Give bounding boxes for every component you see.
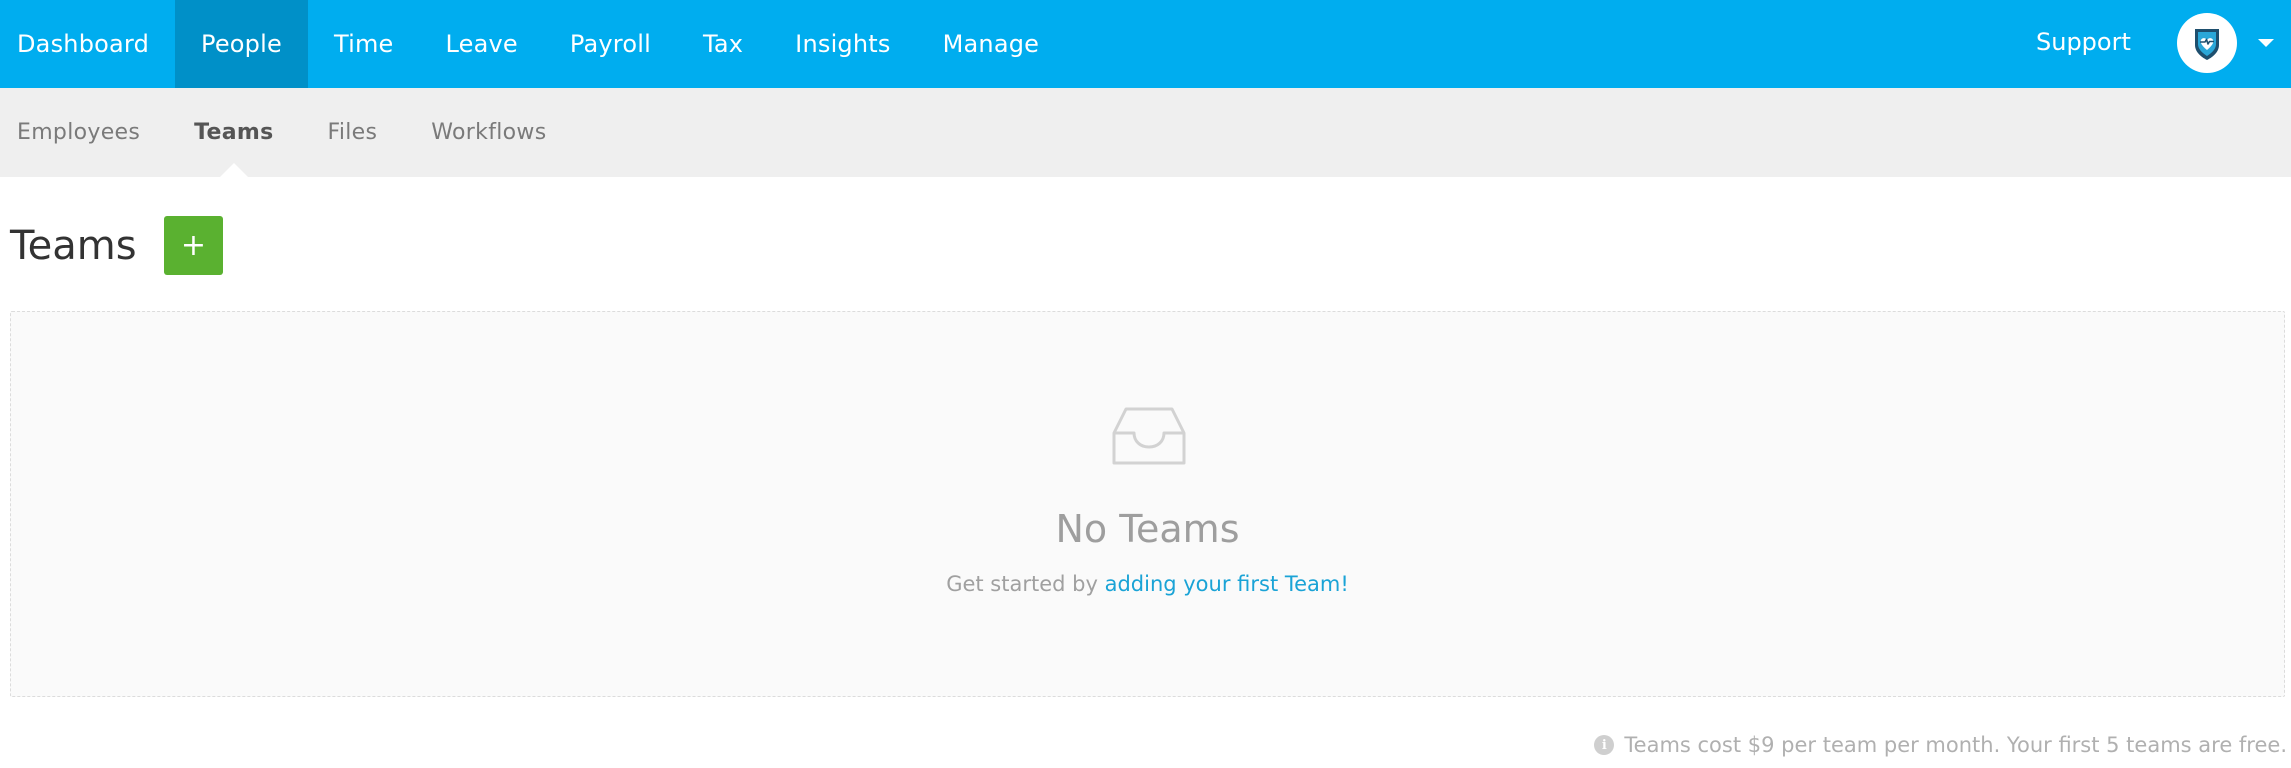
top-nav-time[interactable]: Time (308, 0, 420, 88)
sub-nav-files-label: Files (327, 120, 378, 145)
info-icon: i (1594, 735, 1615, 755)
add-team-button[interactable]: + (164, 216, 223, 275)
top-nav-list: Dashboard People Time Leave Payroll Tax … (0, 0, 1065, 88)
empty-state-title: No Teams (1055, 507, 1240, 551)
page-title: Teams (10, 223, 137, 269)
add-first-team-link[interactable]: adding your first Team! (1105, 572, 1349, 596)
sub-nav-employees[interactable]: Employees (0, 88, 167, 177)
pricing-note-text: Teams cost $9 per team per month. Your f… (1624, 733, 2287, 757)
top-nav-manage[interactable]: Manage (917, 0, 1066, 88)
sub-nav-files[interactable]: Files (301, 88, 405, 177)
inbox-tray-icon (1112, 407, 1186, 465)
top-nav-insights[interactable]: Insights (769, 0, 916, 88)
top-nav: Dashboard People Time Leave Payroll Tax … (0, 0, 2291, 88)
top-nav-dashboard[interactable]: Dashboard (0, 0, 175, 88)
empty-state-panel: No Teams Get started by adding your firs… (10, 311, 2285, 697)
sub-nav-list: Employees Teams Files Workflows (0, 88, 573, 177)
empty-state-subtitle-prefix: Get started by (946, 572, 1105, 596)
pricing-note: i Teams cost $9 per team per month. Your… (1594, 733, 2287, 757)
sub-nav-teams-label: Teams (194, 120, 274, 145)
sub-nav: Employees Teams Files Workflows (0, 88, 2291, 177)
caret-down-icon[interactable] (2258, 39, 2274, 47)
sub-nav-workflows[interactable]: Workflows (404, 88, 573, 177)
empty-state-subtitle: Get started by adding your first Team! (11, 572, 2284, 596)
top-nav-people[interactable]: People (175, 0, 308, 88)
top-nav-payroll[interactable]: Payroll (544, 0, 677, 88)
shield-heart-logo-icon (2195, 29, 2219, 60)
active-tab-pointer (219, 163, 248, 177)
support-link[interactable]: Support (2036, 0, 2131, 84)
top-nav-tax[interactable]: Tax (677, 0, 769, 88)
sub-nav-employees-label: Employees (17, 120, 141, 145)
top-nav-leave[interactable]: Leave (420, 0, 544, 88)
avatar[interactable] (2177, 13, 2237, 73)
sub-nav-teams[interactable]: Teams (167, 88, 300, 177)
sub-nav-workflows-label: Workflows (431, 120, 547, 145)
